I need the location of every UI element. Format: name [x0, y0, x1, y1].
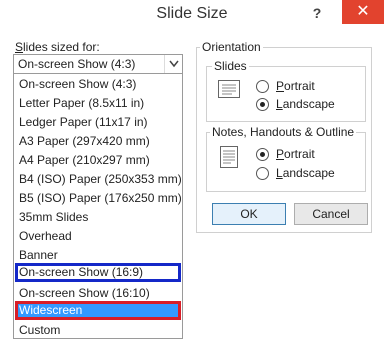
- chevron-down-icon[interactable]: [164, 55, 182, 73]
- dropdown-option[interactable]: Overhead: [15, 227, 181, 246]
- dropdown-option-selected[interactable]: Widescreen: [15, 301, 181, 320]
- dropdown-option[interactable]: A3 Paper (297x420 mm): [15, 132, 181, 151]
- slides-landscape-label[interactable]: Landscape: [276, 97, 335, 111]
- notes-portrait-radio[interactable]: [256, 148, 269, 161]
- slide-size-dialog: Slide Size ? ✕ Slides sized for: On-scre…: [0, 0, 384, 339]
- slides-orientation-label: Slides: [212, 59, 249, 73]
- notes-landscape-label[interactable]: Landscape: [276, 166, 335, 180]
- slides-sized-for-select[interactable]: On-screen Show (4:3): [13, 54, 183, 74]
- close-icon[interactable]: ✕: [342, 0, 384, 24]
- dialog-title: Slide Size: [156, 5, 228, 22]
- dropdown-option-highlighted-blue[interactable]: On-screen Show (16:9): [15, 263, 181, 282]
- notes-orientation-label: Notes, Handouts & Outline: [210, 125, 357, 139]
- dropdown-option[interactable]: Ledger Paper (11x17 in): [15, 113, 181, 132]
- dropdown-option[interactable]: On-screen Show (4:3): [15, 75, 181, 94]
- help-icon[interactable]: ?: [308, 4, 326, 22]
- dropdown-option[interactable]: B4 (ISO) Paper (250x353 mm): [15, 170, 182, 189]
- dropdown-option[interactable]: A4 Paper (210x297 mm): [15, 151, 181, 170]
- slides-sized-for-dropdown-list[interactable]: On-screen Show (4:3) Letter Paper (8.5x1…: [13, 73, 183, 339]
- notes-landscape-radio[interactable]: [256, 167, 269, 180]
- title-bar: Slide Size ? ✕: [0, 0, 384, 32]
- dropdown-option[interactable]: Custom: [15, 321, 181, 338]
- select-value: On-screen Show (4:3): [18, 57, 136, 71]
- dropdown-option[interactable]: B5 (ISO) Paper (176x250 mm): [15, 189, 182, 208]
- slides-sized-for-label: Slides sized for:: [15, 40, 100, 54]
- dropdown-option[interactable]: Letter Paper (8.5x11 in): [15, 94, 181, 113]
- notes-portrait-label[interactable]: Portrait: [276, 147, 315, 161]
- slides-landscape-radio[interactable]: [256, 98, 269, 111]
- slides-portrait-label[interactable]: Portrait: [276, 79, 315, 93]
- landscape-page-icon: [218, 80, 240, 98]
- cancel-button[interactable]: Cancel: [294, 203, 368, 225]
- dropdown-option[interactable]: 35mm Slides: [15, 208, 181, 227]
- portrait-page-icon: [220, 146, 238, 168]
- orientation-label: Orientation: [200, 40, 263, 54]
- slides-portrait-radio[interactable]: [256, 80, 269, 93]
- ok-button[interactable]: OK: [212, 203, 286, 225]
